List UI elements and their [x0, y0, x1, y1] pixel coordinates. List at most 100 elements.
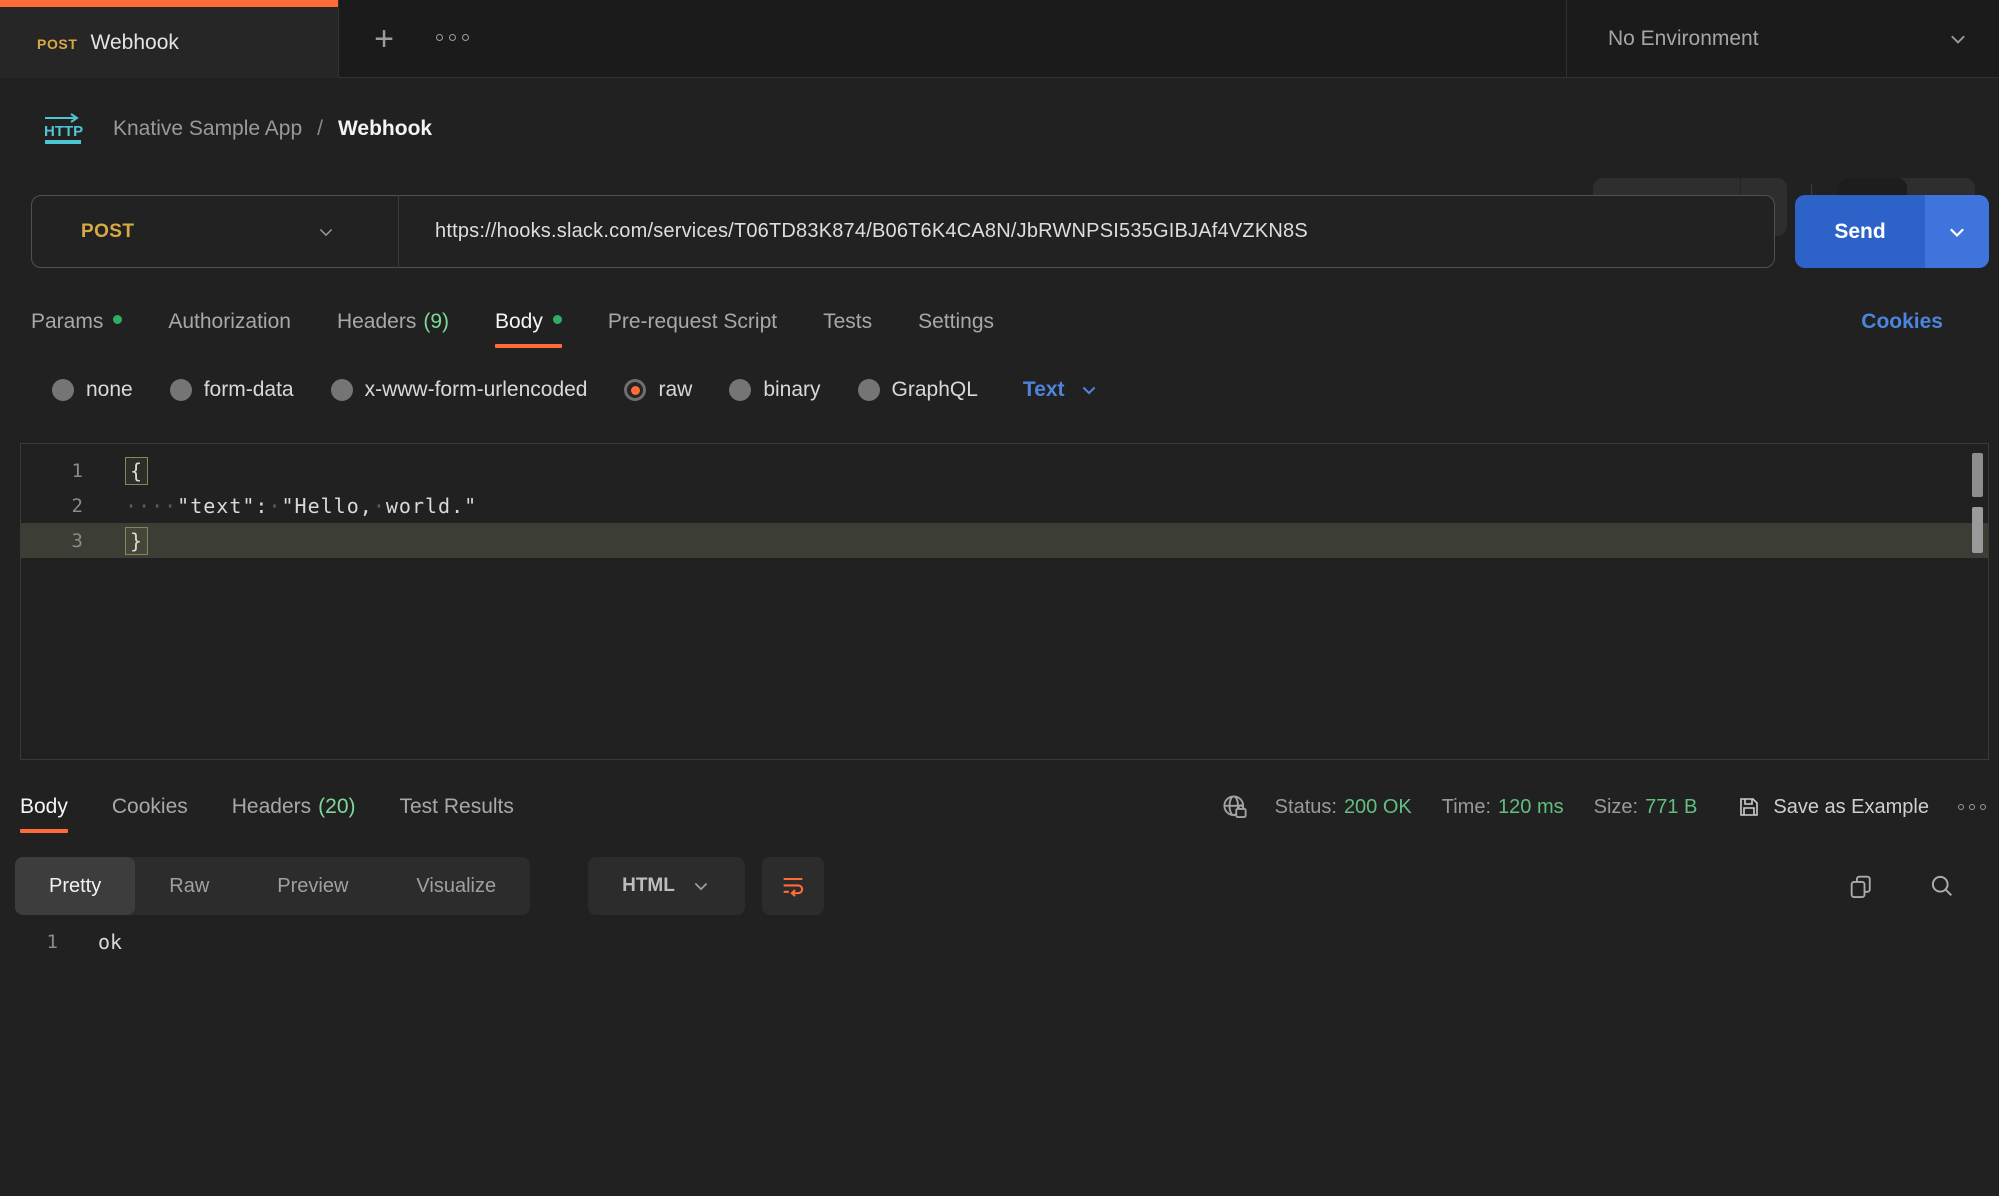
- response-line-number: 1: [20, 931, 58, 953]
- chevron-down-icon: [1079, 380, 1099, 400]
- save-icon: [1737, 795, 1761, 819]
- chevron-down-icon: [316, 222, 336, 242]
- body-type-x-www-form-urlencoded[interactable]: x-www-form-urlencoded: [331, 378, 588, 402]
- response-tab-cookies[interactable]: Cookies: [112, 781, 188, 833]
- scrollbar-mark[interactable]: [1972, 453, 1983, 497]
- svg-text:HTTP: HTTP: [44, 123, 83, 140]
- view-preview[interactable]: Preview: [243, 857, 382, 915]
- request-tabs: Params Authorization Headers (9) Body Pr…: [31, 296, 994, 348]
- response-tabs: Body Cookies Headers (20) Test Results: [20, 779, 514, 835]
- editor-line-2[interactable]: 2 ····"text":·"Hello,·world.": [21, 488, 1988, 523]
- network-globe-lock-icon[interactable]: [1220, 792, 1250, 822]
- tab-params[interactable]: Params: [31, 296, 122, 348]
- tab-strip: POST Webhook + No Environment: [0, 0, 1999, 78]
- wrap-lines-icon: [779, 872, 807, 900]
- tab-pre-request-script[interactable]: Pre-request Script: [608, 296, 777, 348]
- response-headers-count: (20): [318, 795, 355, 819]
- status-value[interactable]: 200 OK: [1344, 796, 1412, 819]
- send-button[interactable]: Send: [1795, 195, 1925, 268]
- breadcrumb: HTTP Knative Sample App / Webhook: [42, 79, 432, 178]
- body-type-row: none form-data x-www-form-urlencoded raw…: [52, 364, 1099, 416]
- url-divider: [398, 195, 399, 268]
- time-label: Time:: [1442, 796, 1491, 819]
- method-value: POST: [81, 221, 134, 243]
- scrollbar-mark[interactable]: [1972, 507, 1983, 553]
- search-icon: [1928, 872, 1956, 900]
- radio-unselected-icon: [331, 379, 353, 401]
- radio-unselected-icon: [858, 379, 880, 401]
- tab-options-icon[interactable]: [436, 34, 469, 41]
- url-input[interactable]: https://hooks.slack.com/services/T06TD83…: [435, 220, 1308, 243]
- editor-scrollbar[interactable]: [1972, 444, 1983, 759]
- search-response-button[interactable]: [1921, 865, 1963, 907]
- body-type-form-data[interactable]: form-data: [170, 378, 294, 402]
- copy-icon: [1847, 872, 1875, 900]
- save-as-example-button[interactable]: Save as Example: [1737, 795, 1929, 819]
- editor-line-3-active[interactable]: 3 }: [21, 523, 1988, 558]
- response-format-selector[interactable]: HTML: [588, 857, 745, 915]
- line-number: 2: [21, 495, 83, 517]
- environment-label: No Environment: [1608, 27, 1947, 51]
- tab-headers[interactable]: Headers (9): [337, 296, 449, 348]
- active-tab-underline: [495, 344, 562, 348]
- wrap-lines-button[interactable]: [762, 857, 824, 915]
- line-number: 1: [21, 460, 83, 482]
- body-type-raw[interactable]: raw: [624, 378, 692, 402]
- breadcrumb-collection[interactable]: Knative Sample App: [113, 117, 302, 141]
- response-format-value: HTML: [622, 875, 675, 897]
- view-raw[interactable]: Raw: [135, 857, 243, 915]
- params-active-dot: [113, 315, 122, 324]
- send-options-button[interactable]: [1925, 195, 1989, 268]
- matched-brace: {: [125, 457, 148, 485]
- response-options-icon[interactable]: [1958, 804, 1986, 810]
- radio-unselected-icon: [52, 379, 74, 401]
- tab-divider: [338, 0, 339, 78]
- editor-line-1[interactable]: 1 {: [21, 453, 1988, 488]
- send-split-button: Send: [1795, 195, 1989, 268]
- request-tab-webhook[interactable]: POST Webhook: [0, 0, 338, 78]
- environment-selector[interactable]: No Environment: [1567, 0, 1999, 78]
- response-meta: Status: 200 OK Time: 120 ms Size: 771 B …: [1220, 779, 1986, 835]
- new-tab-button[interactable]: +: [364, 16, 404, 62]
- response-body[interactable]: 1 ok: [20, 924, 122, 960]
- method-selector[interactable]: POST: [32, 196, 398, 267]
- tab-authorization[interactable]: Authorization: [168, 296, 291, 348]
- response-tab-test-results[interactable]: Test Results: [400, 781, 514, 833]
- radio-unselected-icon: [729, 379, 751, 401]
- tab-settings[interactable]: Settings: [918, 296, 994, 348]
- http-protocol-icon: HTTP: [42, 112, 84, 146]
- headers-count: (9): [423, 310, 449, 334]
- postman-window: POST Webhook + No Environment HTTP Knati…: [0, 0, 1999, 1196]
- view-visualize[interactable]: Visualize: [382, 857, 530, 915]
- tab-method-badge: POST: [37, 36, 78, 52]
- body-active-dot: [553, 315, 562, 324]
- radio-unselected-icon: [170, 379, 192, 401]
- status-label: Status:: [1275, 796, 1337, 819]
- cookies-link[interactable]: Cookies: [1861, 296, 1943, 348]
- copy-response-button[interactable]: [1840, 865, 1882, 907]
- matched-brace: }: [125, 527, 148, 555]
- tab-tests[interactable]: Tests: [823, 296, 872, 348]
- chevron-down-icon: [1947, 28, 1969, 50]
- size-value[interactable]: 771 B: [1645, 796, 1697, 819]
- radio-selected-icon: [624, 379, 646, 401]
- breadcrumb-separator: /: [317, 117, 323, 141]
- request-body-editor[interactable]: 1 { 2 ····"text":·"Hello,·world." 3 }: [20, 443, 1989, 760]
- response-tab-body[interactable]: Body: [20, 781, 68, 833]
- response-tab-headers[interactable]: Headers (20): [232, 781, 356, 833]
- chevron-down-icon: [691, 876, 711, 896]
- view-pretty[interactable]: Pretty: [15, 857, 135, 915]
- response-body-text: ok: [98, 930, 122, 954]
- body-type-binary[interactable]: binary: [729, 378, 820, 402]
- raw-language-selector[interactable]: Text: [1023, 378, 1099, 402]
- tab-title: Webhook: [91, 31, 179, 55]
- body-type-graphql[interactable]: GraphQL: [858, 378, 978, 402]
- body-type-none[interactable]: none: [52, 378, 133, 402]
- breadcrumb-request-name[interactable]: Webhook: [338, 117, 432, 141]
- request-url-bar: POST https://hooks.slack.com/services/T0…: [31, 195, 1775, 268]
- active-tab-underline: [20, 829, 68, 833]
- save-as-example-label: Save as Example: [1773, 796, 1929, 819]
- tab-body[interactable]: Body: [495, 296, 562, 348]
- request-header: HTTP Knative Sample App / Webhook Save: [0, 79, 1999, 178]
- time-value[interactable]: 120 ms: [1498, 796, 1564, 819]
